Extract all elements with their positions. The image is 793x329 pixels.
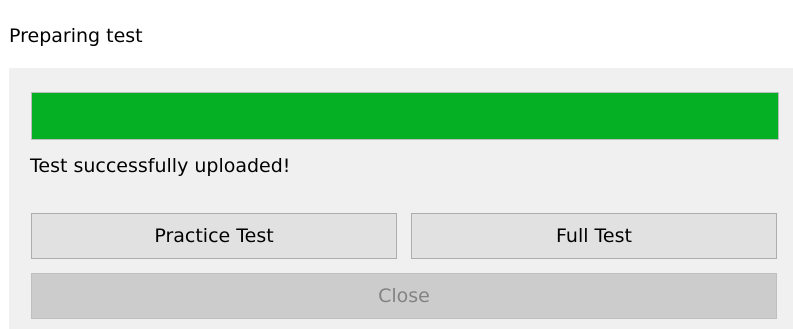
upload-progress-bar	[31, 92, 779, 140]
preparing-test-dialog: Preparing test Test successfully uploade…	[9, 10, 793, 329]
dialog-title: Preparing test	[9, 25, 143, 47]
close-button: Close	[31, 273, 777, 319]
full-test-button[interactable]: Full Test	[411, 213, 777, 259]
dialog-body: Test successfully uploaded! Practice Tes…	[9, 68, 793, 329]
title-bar[interactable]: Preparing test	[9, 10, 793, 68]
progress-fill	[32, 93, 778, 139]
status-message: Test successfully uploaded!	[30, 155, 291, 177]
practice-test-button[interactable]: Practice Test	[31, 213, 397, 259]
